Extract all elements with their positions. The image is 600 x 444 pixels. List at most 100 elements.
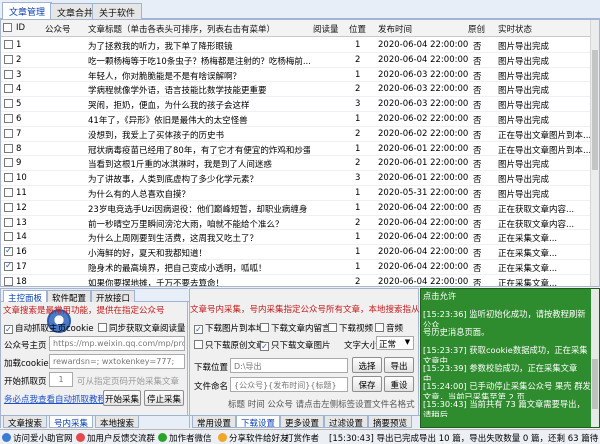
opt-download-images[interactable]: ✓ 下载图片到本地	[194, 322, 265, 334]
cell-original: 否	[473, 160, 482, 171]
log-scrollbar[interactable]	[591, 289, 599, 427]
tutorial-link[interactable]: 务必点我查看自动抓取教程	[4, 393, 106, 405]
download-path-input[interactable]: D:\导出	[230, 358, 348, 373]
start-page-input[interactable]: 1	[49, 372, 73, 387]
table-scrollbar[interactable]	[590, 20, 599, 286]
status-link-wechat[interactable]: 加作者微信	[158, 432, 212, 444]
row-checkbox[interactable]	[4, 188, 13, 197]
table-row[interactable]: 18 如果你要摆地摊，千万不要去算命！ 2 2020-06-04 22:00:00 否 正…	[1, 275, 599, 286]
row-checkbox[interactable]	[4, 114, 13, 123]
row-checkbox[interactable]	[4, 202, 13, 212]
table-row[interactable]: 8 冠状病毒疫苗已经用了80年，有了它才有便宜的炸鸡和炒蛋 1 2020-06-01 …	[1, 142, 599, 157]
status-link-share[interactable]: 分享软件给好友	[218, 432, 289, 444]
col-title[interactable]: 文章标题（单击各表头可排序，列表右击有菜单）	[88, 23, 275, 35]
row-checkbox[interactable]	[4, 143, 13, 153]
row-checkbox[interactable]	[4, 276, 13, 286]
row-checkbox[interactable]	[4, 217, 13, 227]
row-checkbox[interactable]: ✓	[4, 247, 13, 257]
table-row[interactable]: ✓ 17 隐身术的最高境界，把自己变成小透明，呱呱！ 1 2020-06-04 22:0…	[1, 260, 599, 275]
table-row[interactable]: 2 吃一颗杨梅等于吃10条虫子？杨梅都是注射的？吃杨梅前... 2 2020-06-0…	[1, 53, 599, 68]
table-row[interactable]: 3 年轻人，你对脆脆能是不是有啥误解啊？ 1 2020-06-03 22:00:00 否…	[1, 68, 599, 83]
wechat-icon	[158, 433, 167, 442]
col-id[interactable]: ID	[16, 23, 25, 33]
table-row[interactable]: 10 为了讲故事，人类到底虚构了多少化学元素？ 3 2020-06-01 22:00:…	[1, 171, 599, 186]
table-row[interactable]: 11 为什么有的人总喜欢自摸？ 1 2020-05-31 22:00:00 否 图片导出完…	[1, 186, 599, 201]
table-row[interactable]: 9 当看到这根1斤重的冰淇淋时，我是到了人间迷惑 2 2020-06-01 22:00…	[1, 156, 599, 172]
row-checkbox[interactable]	[4, 69, 13, 79]
row-checkbox[interactable]	[4, 173, 13, 183]
file-name-hint: 标题 时间 公众号 请点击左侧标签设置文件名格式	[228, 400, 415, 410]
tab-software-config[interactable]: 软件配置	[47, 290, 92, 304]
cell-position: 1	[355, 247, 361, 258]
table-row[interactable]: 4 学病程就像学外语，语言技能比数学技能更重要 2 2020-06-03 22:00:…	[1, 82, 599, 98]
col-account[interactable]: 公众号	[45, 23, 71, 35]
opt-audio[interactable]: 音频	[375, 322, 403, 334]
font-size-select[interactable]: 正常 ▼	[376, 336, 414, 350]
table-row[interactable]: 13 前一秒晴空万里瞬间滂沱大雨，咱就不能给个准么？ 2 2020-06-04 22:…	[1, 216, 599, 231]
export-button[interactable]: 导出	[384, 357, 414, 373]
row-checkbox[interactable]	[4, 128, 13, 138]
tab-more-settings[interactable]: 更多设置	[280, 416, 325, 429]
cell-status: 图片导出完成	[498, 101, 550, 112]
status-link-tip[interactable]: 打赏作者	[285, 432, 319, 444]
checkbox-icon[interactable]: ✓	[4, 325, 13, 334]
home-url-input[interactable]: https://mp.weixin.qq.com/mp/prc	[49, 336, 185, 351]
col-reads[interactable]: 阅读量	[313, 23, 339, 35]
table-row[interactable]: 6 41年了，《异形》依旧是最伟大的太空怪兽 1 2020-06-02 22:00:0…	[1, 112, 599, 127]
table-row[interactable]: 1 为了拯救我的听力，我下单了降形眼镜 1 2020-06-04 22:00:00 否 图…	[1, 38, 599, 53]
table-row[interactable]: 12 23岁电竞选手Uzi因病退役：他们巅峰短暂，却职业病缠身 1 2020-06-0…	[1, 201, 599, 216]
row-checkbox[interactable]	[4, 99, 13, 109]
checkbox-icon[interactable]: ✓	[194, 325, 203, 334]
stop-collect-button[interactable]: 停止采集	[144, 390, 184, 406]
opt-images-only[interactable]: ✓ 只下载文章图片	[260, 339, 331, 351]
checkbox-icon[interactable]	[194, 340, 203, 349]
tab-open-api[interactable]: 开放接口	[91, 290, 136, 304]
checkbox-icon[interactable]: ✓	[260, 342, 269, 351]
select-all-checkbox[interactable]	[3, 23, 12, 32]
sync-reads-option[interactable]: 同步获取文章阅读量	[98, 322, 186, 334]
tab-about[interactable]: 关于软件	[92, 3, 143, 19]
cookie-input[interactable]: rewardsn=; wxtokenkey=777;	[49, 354, 185, 369]
col-publish-time[interactable]: 发布时间	[378, 23, 412, 35]
opt-download-video[interactable]: 下载视频	[328, 322, 373, 334]
start-collect-button[interactable]: 开始采集	[103, 390, 141, 406]
col-original[interactable]: 原创	[468, 23, 485, 35]
tab-article-search[interactable]: 文章搜索	[3, 416, 48, 429]
tab-download-settings[interactable]: 下载设置	[236, 416, 281, 429]
tab-summary-preview[interactable]: 摘要预览	[368, 416, 413, 429]
tab-filter-settings[interactable]: 过滤设置	[324, 416, 369, 429]
row-checkbox[interactable]	[4, 54, 13, 64]
opt-download-comments[interactable]: 下载文章内留言	[260, 322, 331, 334]
col-position[interactable]: 位置	[349, 23, 366, 35]
table-row[interactable]: 5 哭闹，拒奶，便血，为什么我的孩子会这样 3 2020-06-03 22:00:00…	[1, 97, 599, 112]
auto-cookie-option[interactable]: ✓ 自动抓取主页cookie	[4, 322, 94, 334]
cell-status: 正在获取文章内容...	[498, 219, 575, 230]
select-folder-button[interactable]: 选择	[352, 357, 382, 373]
cell-id: 14	[16, 232, 27, 243]
tab-account-collect[interactable]: 号内采集	[49, 416, 94, 429]
row-checkbox[interactable]: ✓	[4, 262, 13, 271]
table-row[interactable]: 7 没想到，我爱上了买体孩子的历史书 2 2020-06-02 22:00:00 否 正在…	[1, 127, 599, 142]
opt-original-only[interactable]: 只下载原创文章	[194, 339, 265, 351]
col-status[interactable]: 实时状态	[498, 23, 532, 35]
row-checkbox[interactable]	[4, 40, 13, 49]
save-button[interactable]: 保存	[352, 376, 382, 392]
table-row[interactable]: ✓ 16 小海鲜的好，夏天和我都知道！ 1 2020-06-04 22:00:00 否 正在…	[1, 245, 599, 260]
status-link-site[interactable]: 访问爱小助官网	[2, 432, 73, 444]
tab-common-settings[interactable]: 常用设置	[192, 416, 237, 429]
tab-article-manage[interactable]: 文章管理	[2, 2, 53, 19]
checkbox-icon[interactable]	[375, 323, 384, 332]
table-row[interactable]: 14 为什么上周刚要到生活费，这周我又吃土了？ 1 2020-06-04 22:00:…	[1, 230, 599, 246]
cell-publish-time: 2020-06-03 22:00:00	[378, 84, 469, 95]
row-checkbox[interactable]	[4, 232, 13, 242]
checkbox-icon[interactable]	[98, 323, 107, 332]
status-link-group[interactable]: 加用户反馈交流群	[76, 432, 155, 444]
file-name-input[interactable]: {公众号}{发布时间}{标题}	[230, 377, 348, 392]
checkbox-icon[interactable]	[260, 323, 269, 332]
reset-button[interactable]: 重设	[384, 376, 414, 392]
checkbox-icon[interactable]	[328, 323, 337, 332]
tab-main-control[interactable]: 主控面板	[3, 290, 48, 304]
row-checkbox[interactable]	[4, 84, 13, 94]
tab-local-search[interactable]: 本地搜索	[95, 416, 140, 429]
row-checkbox[interactable]	[4, 158, 13, 168]
